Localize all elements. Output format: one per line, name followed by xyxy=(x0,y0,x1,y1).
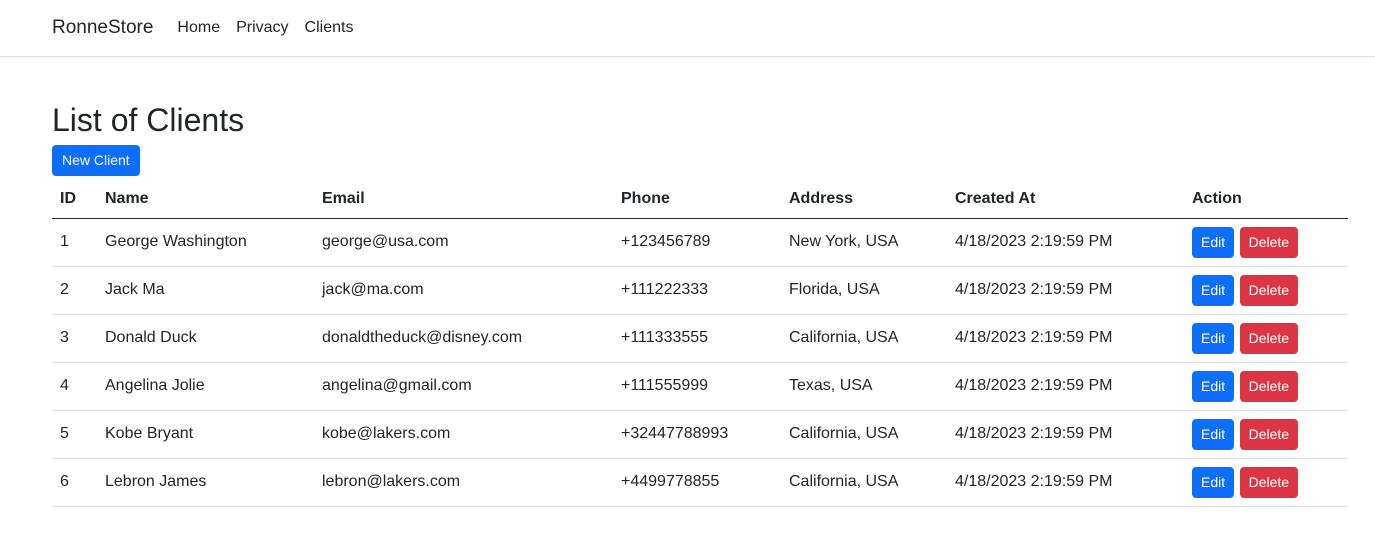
cell-id: 6 xyxy=(52,458,97,507)
brand-link[interactable]: RonneStore xyxy=(52,17,153,39)
cell-email: lebron@lakers.com xyxy=(314,458,613,507)
delete-button[interactable]: Delete xyxy=(1239,418,1299,450)
cell-email: george@usa.com xyxy=(314,218,613,267)
cell-id: 5 xyxy=(52,410,97,459)
cell-created: 4/18/2023 2:19:59 PM xyxy=(947,362,1184,411)
edit-button[interactable]: Edit xyxy=(1192,274,1235,306)
cell-created: 4/18/2023 2:19:59 PM xyxy=(947,458,1184,507)
cell-id: 3 xyxy=(52,314,97,363)
cell-phone: +4499778855 xyxy=(613,458,781,507)
cell-id: 4 xyxy=(52,362,97,411)
cell-name: Angelina Jolie xyxy=(97,362,314,411)
main-content: List of Clients New Client ID Name Email… xyxy=(0,101,1348,507)
cell-name: Lebron James xyxy=(97,458,314,507)
header-created-at: Created At xyxy=(947,180,1184,219)
cell-phone: +111222333 xyxy=(613,266,781,315)
cell-phone: +111333555 xyxy=(613,314,781,363)
cell-actions: Edit Delete xyxy=(1184,458,1348,507)
cell-address: Texas, USA xyxy=(781,362,947,411)
cell-phone: +111555999 xyxy=(613,362,781,411)
table-body: 1 George Washington george@usa.com +1234567… xyxy=(52,218,1348,507)
cell-actions: Edit Delete xyxy=(1184,266,1348,315)
cell-email: angelina@gmail.com xyxy=(314,362,613,411)
cell-name: George Washington xyxy=(97,218,314,267)
cell-address: California, USA xyxy=(781,410,947,459)
header-address: Address xyxy=(781,180,947,219)
cell-name: Jack Ma xyxy=(97,266,314,315)
cell-address: Florida, USA xyxy=(781,266,947,315)
cell-actions: Edit Delete xyxy=(1184,410,1348,459)
nav-link-clients[interactable]: Clients xyxy=(305,19,354,37)
cell-id: 1 xyxy=(52,218,97,267)
edit-button[interactable]: Edit xyxy=(1192,226,1235,258)
nav-link-home[interactable]: Home xyxy=(177,19,220,37)
cell-name: Donald Duck xyxy=(97,314,314,363)
edit-button[interactable]: Edit xyxy=(1192,322,1235,354)
cell-address: New York, USA xyxy=(781,218,947,267)
header-name: Name xyxy=(97,180,314,219)
table-row: 2 Jack Ma jack@ma.com +111222333 Florida, US… xyxy=(52,266,1348,315)
cell-created: 4/18/2023 2:19:59 PM xyxy=(947,410,1184,459)
cell-address: California, USA xyxy=(781,314,947,363)
delete-button[interactable]: Delete xyxy=(1239,274,1299,306)
cell-email: donaldtheduck@disney.com xyxy=(314,314,613,363)
nav-link-privacy[interactable]: Privacy xyxy=(236,19,288,37)
cell-created: 4/18/2023 2:19:59 PM xyxy=(947,314,1184,363)
cell-actions: Edit Delete xyxy=(1184,362,1348,411)
delete-button[interactable]: Delete xyxy=(1239,322,1299,354)
cell-actions: Edit Delete xyxy=(1184,314,1348,363)
table-row: 4 Angelina Jolie angelina@gmail.com +111555… xyxy=(52,362,1348,411)
clients-table: ID Name Email Phone Address Created At A… xyxy=(52,180,1348,507)
edit-button[interactable]: Edit xyxy=(1192,418,1235,450)
table-row: 6 Lebron James lebron@lakers.com +449977885… xyxy=(52,458,1348,507)
cell-actions: Edit Delete xyxy=(1184,218,1348,267)
header-phone: Phone xyxy=(613,180,781,219)
page-title: List of Clients xyxy=(52,102,245,138)
edit-button[interactable]: Edit xyxy=(1192,466,1235,498)
cell-email: jack@ma.com xyxy=(314,266,613,315)
header-action: Action xyxy=(1184,180,1348,219)
delete-button[interactable]: Delete xyxy=(1239,226,1299,258)
new-client-button[interactable]: New Client xyxy=(52,145,140,176)
navbar: RonneStore Home Privacy Clients xyxy=(0,0,1375,57)
table-header-row: ID Name Email Phone Address Created At A… xyxy=(52,180,1348,219)
table-row: 3 Donald Duck donaldtheduck@disney.com +111… xyxy=(52,314,1348,363)
cell-phone: +32447788993 xyxy=(613,410,781,459)
cell-email: kobe@lakers.com xyxy=(314,410,613,459)
cell-name: Kobe Bryant xyxy=(97,410,314,459)
cell-created: 4/18/2023 2:19:59 PM xyxy=(947,218,1184,267)
table-row: 5 Kobe Bryant kobe@lakers.com +32447788993 C… xyxy=(52,410,1348,459)
edit-button[interactable]: Edit xyxy=(1192,370,1235,402)
cell-created: 4/18/2023 2:19:59 PM xyxy=(947,266,1184,315)
cell-phone: +123456789 xyxy=(613,218,781,267)
header-email: Email xyxy=(314,180,613,219)
table-row: 1 George Washington george@usa.com +1234567… xyxy=(52,218,1348,267)
header-id: ID xyxy=(52,180,97,219)
cell-id: 2 xyxy=(52,266,97,315)
cell-address: California, USA xyxy=(781,458,947,507)
delete-button[interactable]: Delete xyxy=(1239,370,1299,402)
delete-button[interactable]: Delete xyxy=(1239,466,1299,498)
